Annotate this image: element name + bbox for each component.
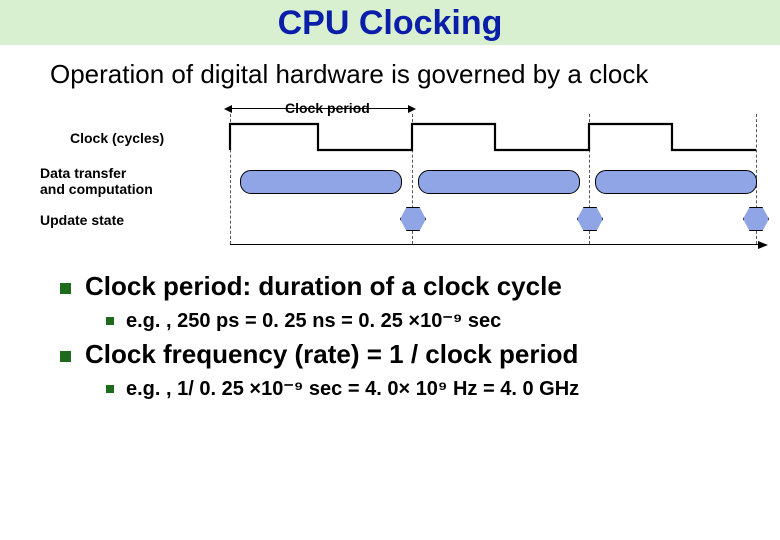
- timing-diagram: Clock period Clock (cycles) Data transfe…: [30, 100, 750, 265]
- data-transfer-segment: [595, 170, 757, 194]
- data-transfer-label: Data transfer and computation: [40, 165, 153, 197]
- bullet-clock-frequency-example: e.g. , 1/ 0. 25 ×10⁻⁹ sec = 4. 0× 10⁹ Hz…: [106, 376, 760, 401]
- data-transfer-segment: [418, 170, 580, 194]
- update-state-label: Update state: [40, 212, 124, 228]
- bullet-clock-frequency: Clock frequency (rate) = 1 / clock perio…: [60, 339, 760, 370]
- clock-waveform: [230, 120, 760, 150]
- update-state-event: [743, 207, 769, 231]
- data-transfer-segment: [240, 170, 402, 194]
- bullet-icon: [60, 283, 71, 294]
- subtitle: Operation of digital hardware is governe…: [50, 59, 780, 90]
- bullet-icon: [106, 317, 114, 325]
- bullet-icon: [106, 385, 114, 393]
- time-axis: [230, 244, 760, 245]
- clock-cycles-label: Clock (cycles): [70, 130, 164, 146]
- update-state-event: [400, 207, 426, 231]
- period-arrow: [230, 108, 410, 109]
- bullet-icon: [60, 351, 71, 362]
- page-title: CPU Clocking: [0, 0, 780, 45]
- bullet-clock-period: Clock period: duration of a clock cycle: [60, 271, 760, 302]
- update-state-event: [577, 207, 603, 231]
- bullet-clock-period-example: e.g. , 250 ps = 0. 25 ns = 0. 25 ×10⁻⁹ s…: [106, 308, 760, 333]
- bullet-list: Clock period: duration of a clock cycle …: [60, 271, 760, 401]
